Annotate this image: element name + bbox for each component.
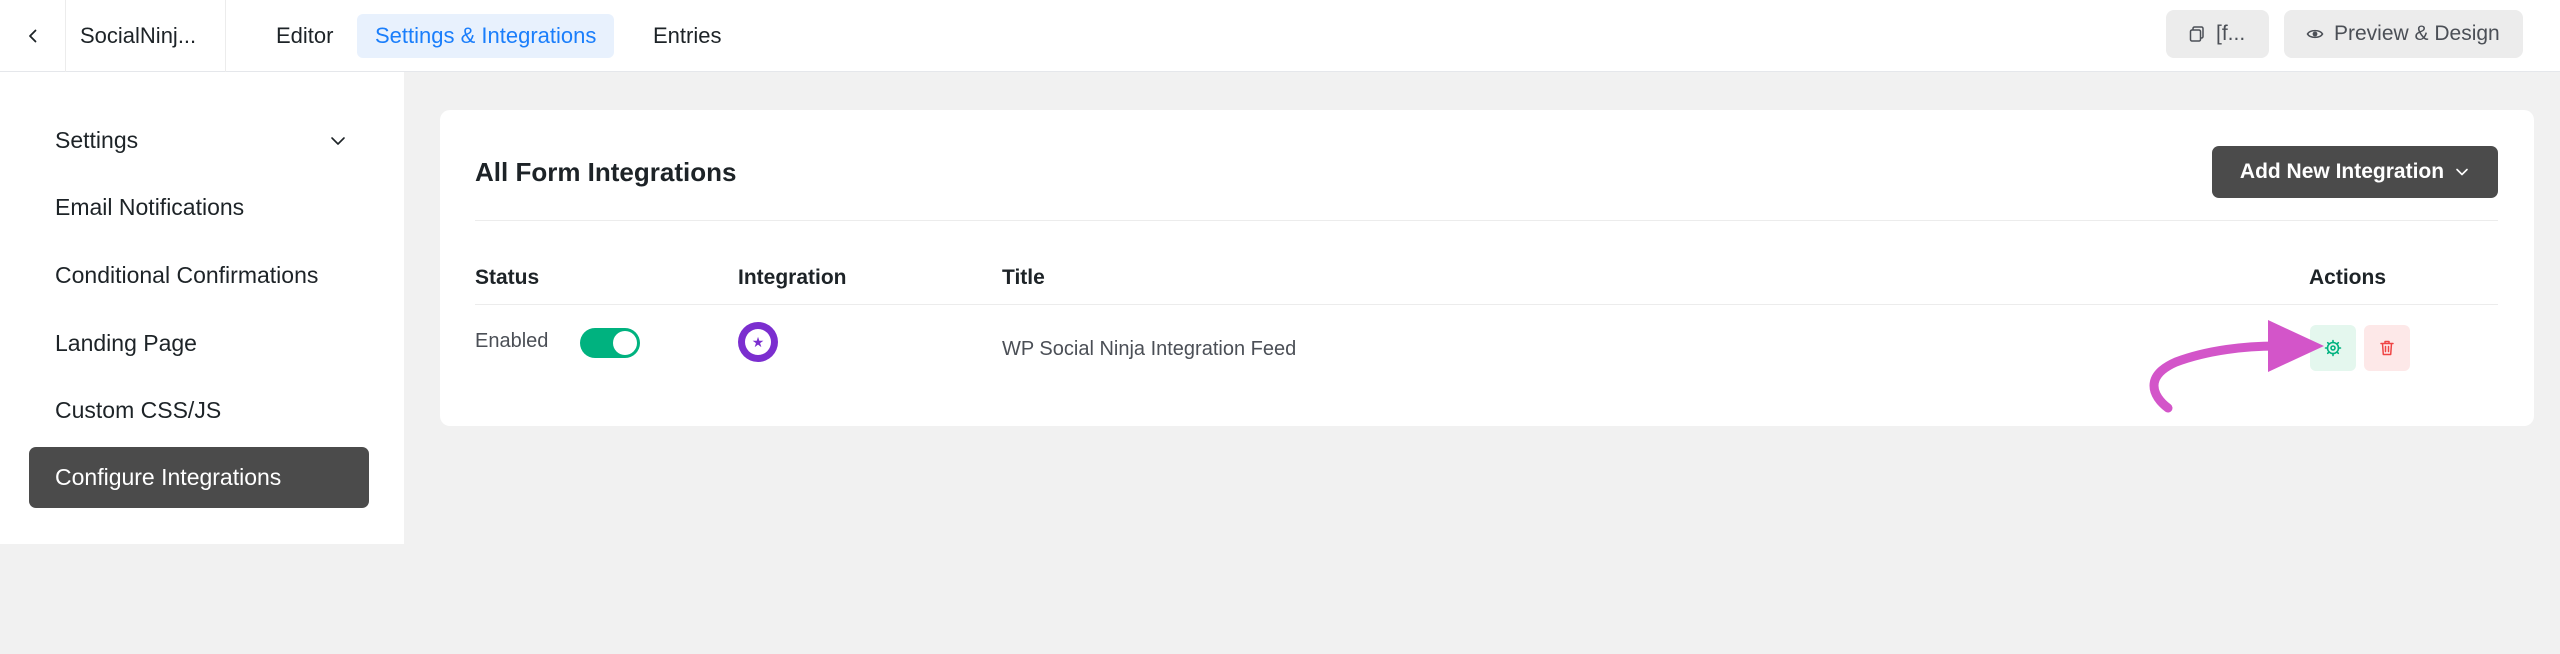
tab-settings-integrations[interactable]: Settings & Integrations	[357, 14, 615, 58]
toggle-knob	[613, 331, 637, 355]
sidebar-item-label: Conditional Confirmations	[55, 262, 319, 288]
preview-label: Preview & Design	[2334, 22, 2500, 45]
annotation-arrow-icon	[2149, 320, 2324, 413]
add-new-integration-label: Add New Integration	[2239, 160, 2445, 183]
settings-sidebar: Settings Email Notifications Conditional…	[0, 72, 404, 544]
tab-entries[interactable]: Entries	[635, 14, 739, 58]
column-header-title: Title	[1002, 266, 1045, 289]
status-text: Enabled	[475, 330, 549, 352]
back-button[interactable]	[0, 0, 66, 72]
wp-social-ninja-logo-icon: ★	[738, 322, 778, 362]
integration-delete-button[interactable]	[2364, 325, 2410, 371]
preview-design-button[interactable]: Preview & Design	[2284, 10, 2523, 58]
chevron-left-icon	[28, 29, 36, 43]
sidebar-item-settings[interactable]: Settings	[29, 110, 369, 171]
star-icon: ★	[745, 329, 771, 355]
column-header-status: Status	[475, 266, 540, 289]
trash-icon	[2380, 340, 2394, 356]
sidebar-item-email-notifications[interactable]: Email Notifications	[29, 177, 369, 238]
status-toggle[interactable]	[580, 328, 640, 358]
sidebar-item-label: Settings	[55, 127, 139, 153]
column-header-integration: Integration	[738, 266, 847, 289]
sidebar-item-label: Configure Integrations	[55, 464, 282, 490]
page-title: All Form Integrations	[475, 157, 737, 187]
shortcode-label: [f...	[2216, 22, 2246, 45]
table-header-divider	[475, 304, 2498, 305]
sidebar-item-landing-page[interactable]: Landing Page	[29, 313, 369, 374]
chevron-down-icon	[331, 137, 345, 145]
sidebar-item-label: Custom CSS/JS	[55, 397, 222, 423]
settings-gear-icon	[2324, 339, 2342, 357]
sidebar-item-conditional-confirmations[interactable]: Conditional Confirmations	[29, 245, 369, 306]
integration-title: WP Social Ninja Integration Feed	[1002, 338, 1297, 360]
shortcode-copy-button[interactable]: [f...	[2166, 10, 2269, 58]
form-name: SocialNinj...	[66, 0, 226, 72]
copy-icon	[2189, 26, 2204, 42]
sidebar-item-configure-integrations[interactable]: Configure Integrations	[29, 447, 369, 508]
header-divider	[475, 220, 2498, 221]
top-bar: SocialNinj... Editor Settings & Integrat…	[0, 0, 2560, 72]
eye-icon	[2306, 29, 2324, 39]
tab-editor[interactable]: Editor	[258, 14, 351, 58]
add-new-integration-button[interactable]: Add New Integration	[2212, 146, 2498, 198]
sidebar-item-label: Landing Page	[55, 330, 197, 356]
sidebar-item-custom-css-js[interactable]: Custom CSS/JS	[29, 380, 369, 441]
chevron-down-icon	[2456, 168, 2468, 176]
column-header-actions: Actions	[2309, 266, 2387, 289]
sidebar-item-label: Email Notifications	[55, 194, 245, 220]
